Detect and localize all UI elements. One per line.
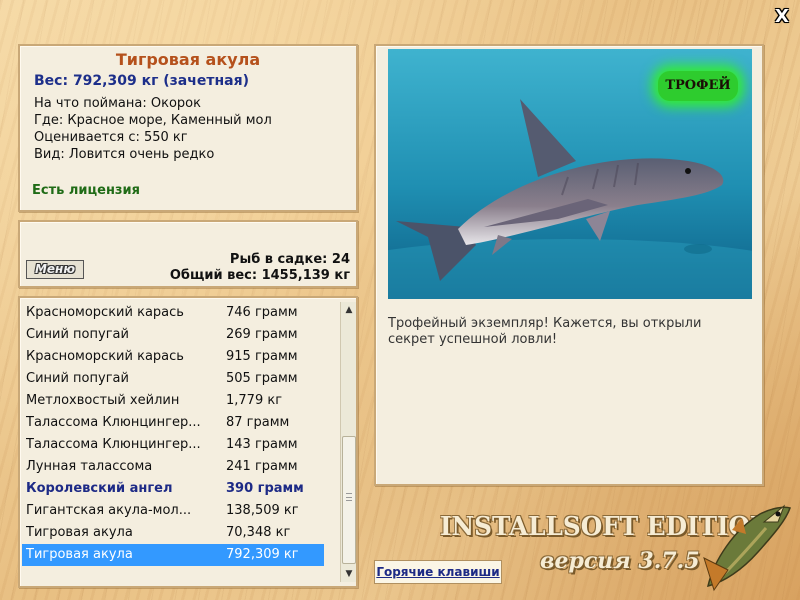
fish-name-cell: Тигровая акула <box>26 525 133 540</box>
list-item[interactable]: Талассома Клюнцингер... 143 грамм <box>22 434 324 456</box>
total-weight: Общий вес: 1455,139 кг <box>169 268 350 283</box>
fish-name-cell: Метлохвостый хейлин <box>26 393 180 408</box>
fish-weight-cell: 915 грамм <box>226 349 298 364</box>
fish-name-cell: Талассома Клюнцингер... <box>26 415 201 430</box>
fish-weight: Вес: 792,309 кг (зачетная) <box>34 73 249 89</box>
hotkeys-button[interactable]: Горячие клавиши <box>374 560 502 584</box>
scroll-up-arrow-icon[interactable]: ▲ <box>341 302 356 318</box>
list-item[interactable]: Лунная талассома 241 грамм <box>22 456 324 478</box>
pike-logo-icon <box>694 500 794 592</box>
catch-list[interactable]: Красноморский карась 746 грамм Синий попуг… <box>22 302 324 566</box>
menu-button[interactable]: Меню <box>26 260 84 279</box>
scroll-down-arrow-icon[interactable]: ▼ <box>341 566 356 582</box>
list-scrollbar[interactable]: ▲ ▼ <box>340 302 356 582</box>
fish-count: Рыб в садке: 24 <box>229 252 350 267</box>
fish-photo-panel: ТРОФЕЙ Трофейный экземпляр! Кажется, вы … <box>374 44 764 486</box>
fish-weight-cell: 269 грамм <box>226 327 298 342</box>
license-status: Есть лицензия <box>32 183 140 198</box>
list-item[interactable]: Красноморский карась 915 грамм <box>22 346 324 368</box>
bait-info: На что поймана: Окорок <box>34 96 201 111</box>
list-item[interactable]: Королевский ангел 390 грамм <box>22 478 324 500</box>
list-item[interactable]: Талассома Клюнцингер... 87 грамм <box>22 412 324 434</box>
version-label: версия 3.7.5 <box>540 548 700 574</box>
fish-weight-cell: 70,348 кг <box>226 525 291 540</box>
list-item[interactable]: Тигровая акула 70,348 кг <box>22 522 324 544</box>
fish-name-cell: Гигантская акула-мол... <box>26 503 192 518</box>
fish-weight-cell: 87 грамм <box>226 415 290 430</box>
photo-caption: Трофейный экземпляр! Кажется, вы открыли… <box>388 316 702 347</box>
fish-name-cell: Тигровая акула <box>26 547 133 562</box>
fish-name-cell: Лунная талассома <box>26 459 153 474</box>
fish-weight-cell: 792,309 кг <box>226 547 299 562</box>
trophy-badge: ТРОФЕЙ <box>658 71 738 101</box>
species-info: Вид: Ловится очень редко <box>34 147 215 162</box>
list-item[interactable]: Гигантская акула-мол... 138,509 кг <box>22 500 324 522</box>
fish-weight-cell: 241 грамм <box>226 459 298 474</box>
fish-name-cell: Красноморский карась <box>26 305 184 320</box>
fish-name-cell: Королевский ангел <box>26 481 173 496</box>
fish-info-panel: Тигровая акула Вес: 792,309 кг (зачетная… <box>18 44 358 212</box>
fish-name-cell: Синий попугай <box>26 327 129 342</box>
close-button[interactable]: X <box>772 7 792 27</box>
fish-name-cell: Талассома Клюнцингер... <box>26 437 201 452</box>
fish-photo: ТРОФЕЙ <box>388 49 752 299</box>
scroll-thumb[interactable] <box>342 436 356 564</box>
list-item[interactable]: Красноморский карась 746 грамм <box>22 302 324 324</box>
valued-from-info: Оценивается с: 550 кг <box>34 130 188 145</box>
list-item[interactable]: Синий попугай 505 грамм <box>22 368 324 390</box>
list-item[interactable]: Синий попугай 269 грамм <box>22 324 324 346</box>
fish-weight-cell: 143 грамм <box>226 437 298 452</box>
fish-name-title: Тигровая акула <box>115 50 261 69</box>
fish-weight-cell: 746 грамм <box>226 305 298 320</box>
list-item[interactable]: Метлохвостый хейлин 1,779 кг <box>22 390 324 412</box>
fish-weight-cell: 505 грамм <box>226 371 298 386</box>
grip-icon <box>346 493 352 501</box>
fish-weight-cell: 390 грамм <box>226 481 304 496</box>
location-info: Где: Красное море, Каменный мол <box>34 113 272 128</box>
fish-name-cell: Красноморский карась <box>26 349 184 364</box>
fish-name-cell: Синий попугай <box>26 371 129 386</box>
fish-weight-cell: 138,509 кг <box>226 503 299 518</box>
keepnet-stats-panel: Меню Рыб в садке: 24 Общий вес: 1455,139… <box>18 220 358 288</box>
catch-list-panel: Красноморский карась 746 грамм Синий попуг… <box>18 296 358 588</box>
list-item[interactable]: Тигровая акула 792,309 кг <box>22 544 324 566</box>
fish-weight-cell: 1,779 кг <box>226 393 283 408</box>
